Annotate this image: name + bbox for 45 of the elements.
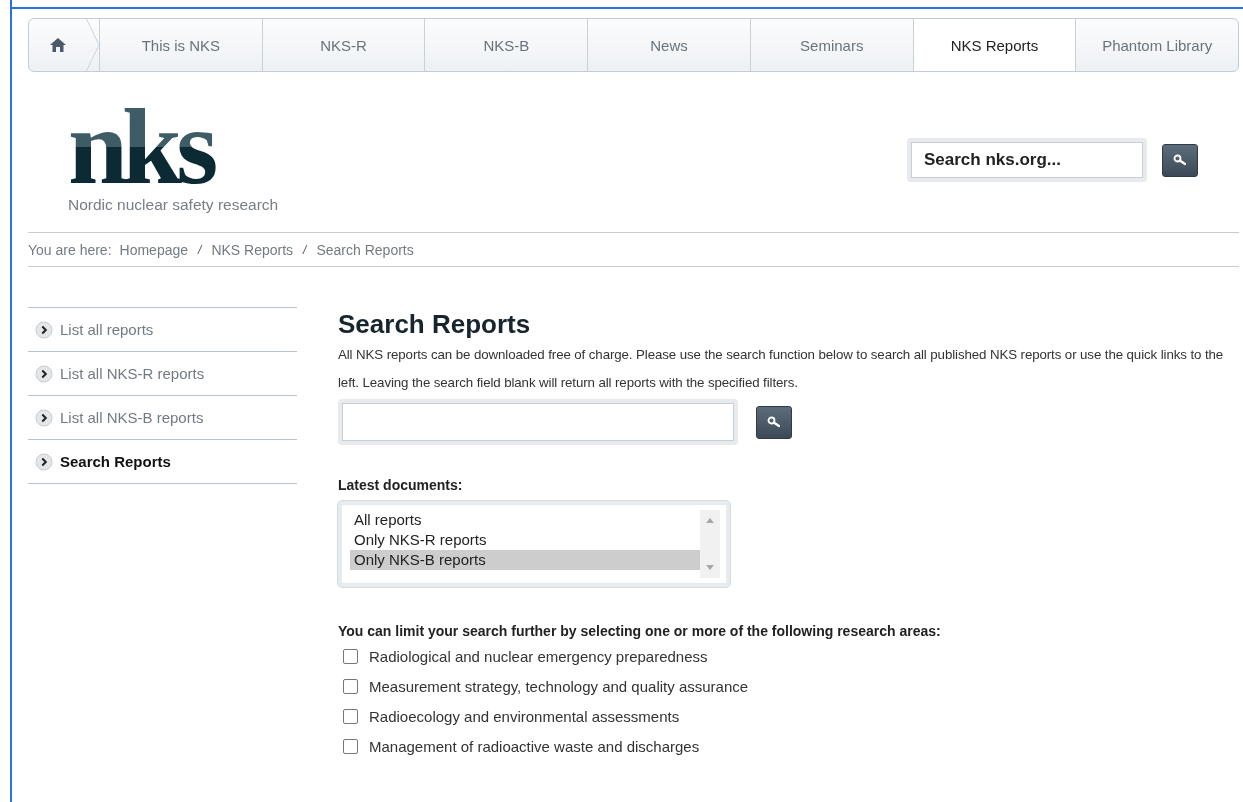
- checkbox-label: Radioecology and environmental assessments: [369, 707, 680, 725]
- checkbox-label: Radiological and nuclear emergency preparedness: [369, 647, 708, 665]
- breadcrumb-link[interactable]: Search Reports: [316, 241, 414, 258]
- sidebar-item[interactable]: List all reports: [28, 308, 297, 352]
- sidebar-item[interactable]: List all NKS-R reports: [28, 352, 297, 396]
- nav-tab[interactable]: This is NKS: [99, 19, 262, 71]
- checkbox[interactable]: [343, 678, 358, 694]
- search-icon: [767, 416, 781, 428]
- search-button[interactable]: [756, 405, 792, 439]
- home-icon: [49, 37, 67, 53]
- research-areas-label: You can limit your search further by selecting one or more of the following research areas:: [338, 623, 942, 639]
- search-button[interactable]: [1162, 143, 1198, 177]
- breadcrumb-separator: /: [303, 242, 307, 257]
- nav-tab[interactable]: Phantom Library: [1075, 19, 1238, 71]
- logo-tagline: Nordic nuclear safety research: [68, 196, 279, 215]
- checkbox[interactable]: [343, 708, 358, 724]
- chevron-icon: [35, 320, 53, 339]
- site-search-field[interactable]: Search nks.org...: [907, 138, 1147, 182]
- chevron-icon: [35, 364, 53, 383]
- nav-tab[interactable]: NKS-R: [261, 19, 425, 71]
- report-search-field[interactable]: [338, 399, 738, 445]
- nav-tab[interactable]: News: [587, 19, 750, 71]
- breadcrumb-label: You are here:: [28, 241, 112, 258]
- breadcrumb-link[interactable]: Homepage: [119, 241, 189, 258]
- document-listbox[interactable]: All reports Only NKS-R reports Only NKS-B reports: [338, 501, 730, 587]
- breadcrumb-separator: /: [198, 242, 202, 257]
- checkbox-label: Management of radioactive waste and discharges: [369, 737, 700, 755]
- nav-tab[interactable]: NKS Reports: [912, 19, 1076, 71]
- nav-tab[interactable]: Seminars: [749, 19, 913, 71]
- breadcrumb-link[interactable]: NKS Reports: [211, 241, 294, 258]
- checkbox[interactable]: [343, 738, 358, 754]
- sidebar-item[interactable]: List all NKS-B reports: [28, 396, 297, 440]
- chevron-icon: [35, 452, 53, 471]
- sidebar-item[interactable]: Search Reports: [28, 440, 297, 484]
- listbox-option[interactable]: Only NKS-R reports: [350, 530, 700, 550]
- checkbox[interactable]: [343, 648, 358, 664]
- search-icon: [1173, 154, 1187, 166]
- chevron-icon: [35, 408, 53, 427]
- listbox-option[interactable]: Only NKS-B reports: [350, 550, 700, 570]
- page-title: Search Reports: [338, 308, 532, 341]
- intro-text: All NKS reports can be downloaded free of charge. Please use the search function below to search all published NKS reports or use the quick links to the left. Leaving the search field blank will return all reports with the specified filters.: [338, 346, 1225, 392]
- nav-tab[interactable]: NKS-B: [424, 19, 588, 71]
- latest-documents-label: Latest documents:: [338, 477, 464, 493]
- listbox-option[interactable]: All reports: [350, 510, 700, 530]
- checkbox-label: Measurement strategy, technology and quality assurance: [369, 677, 749, 695]
